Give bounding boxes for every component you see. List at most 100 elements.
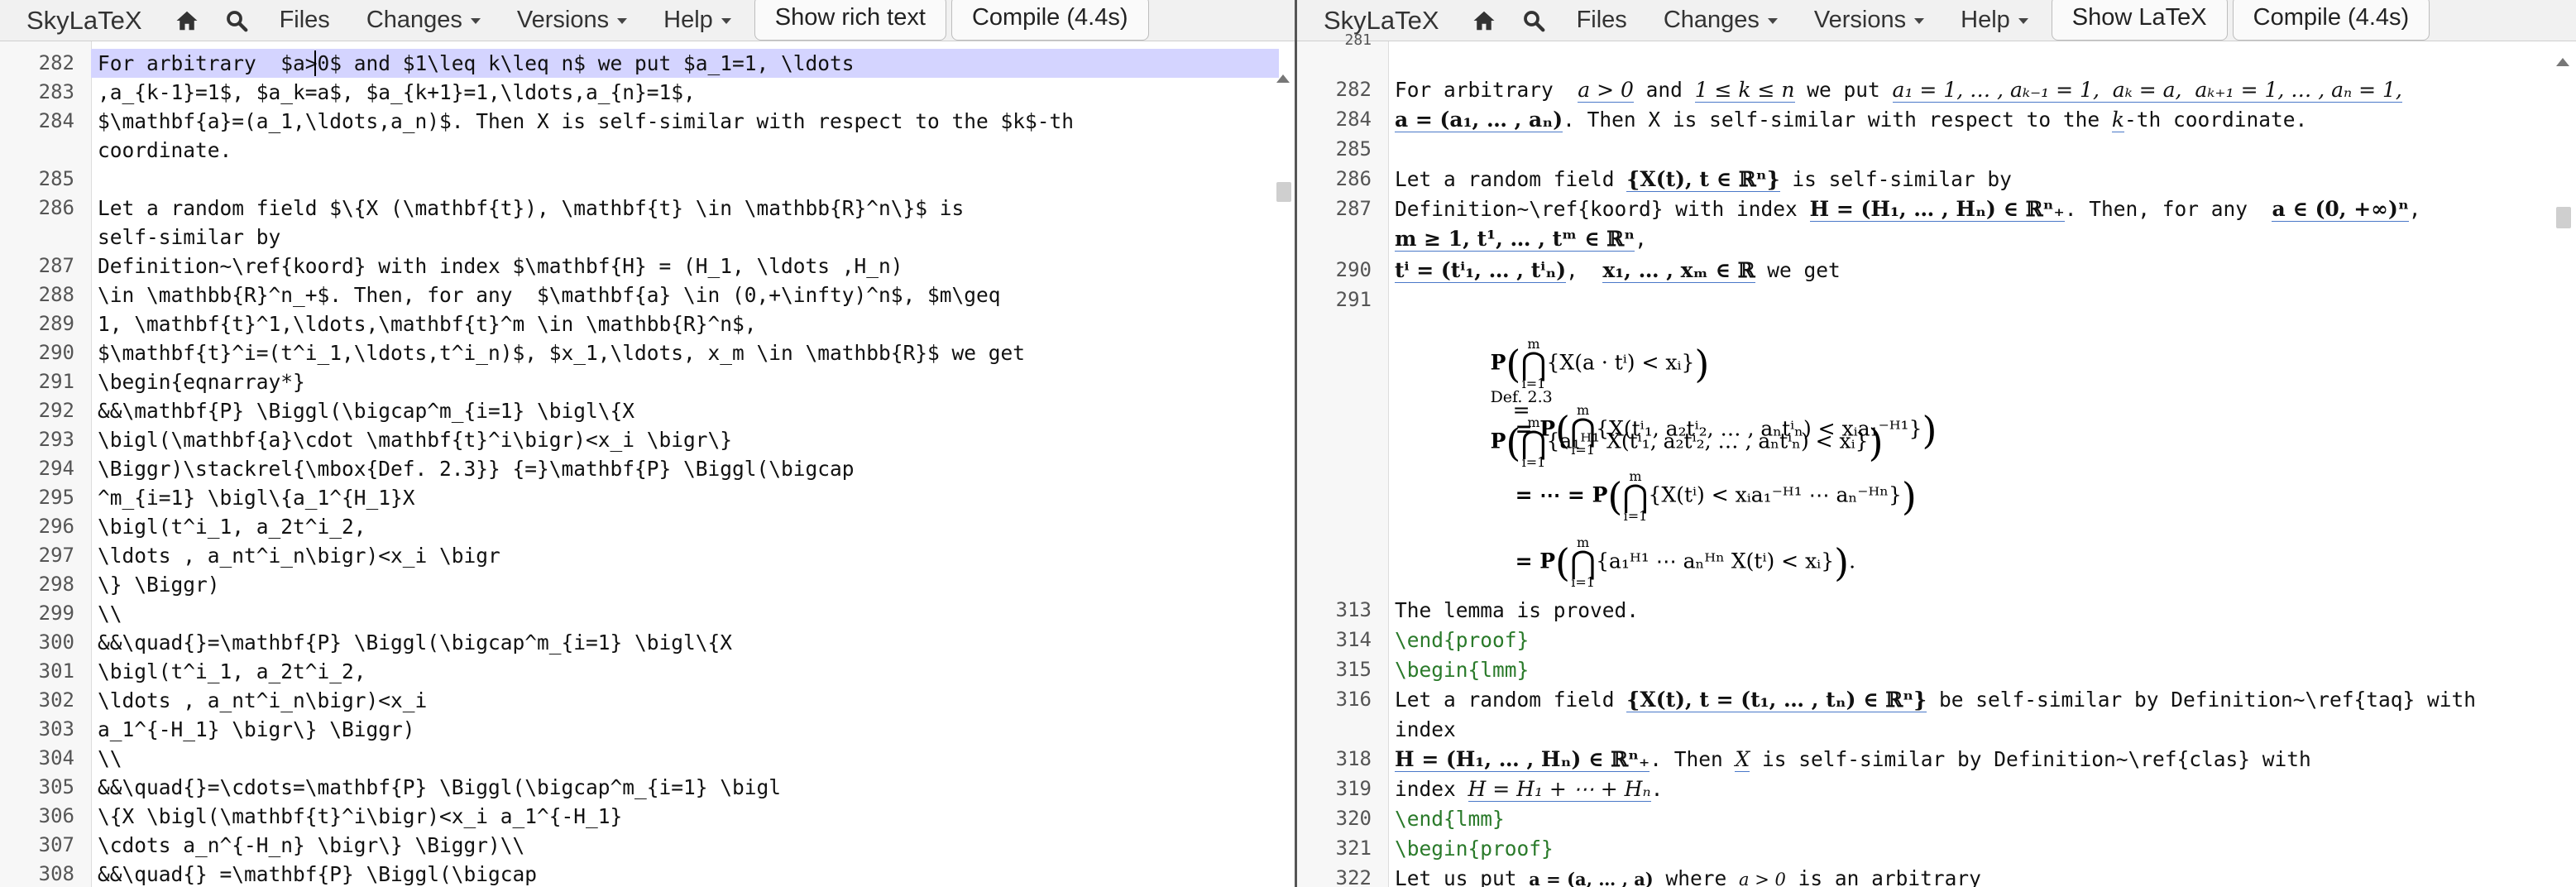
source-line[interactable]: 292 &&\mathbf{P} \Biggl(\bigcap^m_{i=1} \… [0,396,1295,425]
eq-body: {X(a · tⁱ) < xᵢ} [1546,350,1695,375]
rich-editor[interactable]: 281 282 284 285 286 287 290 291 313 314 … [1297,31,2576,887]
cap-symbol: ⋂ [1520,346,1547,382]
text-run: is an arbitrary [1785,866,1981,887]
scroll-up-icon[interactable] [1276,74,1290,83]
eq-body: {X(tⁱ₁, a₂tⁱ₂, … , aₙtⁱₙ) < xᵢa₁⁻ᴴ¹} [1596,416,1922,441]
source-text: \bigl(\mathbf{a}\cdot \mathbf{t}^i\bigr)… [98,428,733,452]
source-text: self-similar by [98,225,281,249]
source-text: Let a random field $\{X (\mathbf{t}), \m… [98,196,965,220]
prob-symbol: P [1490,350,1506,375]
eq-body: {X(tⁱ) < xᵢa₁⁻ᴴ¹ ⋯ aₙ⁻ᴴⁿ} [1648,482,1902,507]
source-line[interactable]: 291 \begin{eqnarray*} [0,367,1295,396]
source-text: For arbitrary $a>0$ and $1\leq k\leq n$ … [98,51,855,75]
source-line[interactable]: 294 \Biggr)\stackrel{\mbox{Def. 2.3}} {=}… [0,454,1295,483]
line-number: 287 [1335,197,1372,220]
source-line[interactable]: 284 $\mathbf{a}=(a_1,\ldots,a_n)$. Then X… [0,107,1295,136]
compile-button[interactable]: Compile (4.4s) [2232,0,2430,41]
scrollbar-thumb[interactable] [2556,207,2571,228]
source-line[interactable]: 298 \} \Biggr) [0,570,1295,599]
source-line[interactable]: 290 $\mathbf{t}^i=(t^i_1,\ldots,t^i_n)$, … [0,338,1295,367]
source-line[interactable]: 282 For arbitrary $a>0$ and $1\leq k\leq … [0,49,1295,78]
source-line[interactable]: 307 \cdots a_n^{-H_n} \bigr\} \Biggr)\\ [0,831,1295,860]
source-text: \bigl(t^i_1, a_2t^i_2, [98,659,366,683]
math-inline[interactable]: {X(t), t ∈ ℝⁿ} [1626,167,1780,192]
math-inline[interactable]: X [1735,747,1750,772]
scrollbar-thumb[interactable] [1276,182,1291,202]
math-inline[interactable]: H = (H₁, … , Hₙ) ∈ ℝⁿ₊ [1809,197,2065,222]
math-inline[interactable]: x₁, … , xₘ ∈ ℝ [1602,258,1755,283]
source-line[interactable]: 289 1, \mathbf{t}^1,\ldots,\mathbf{t}^m \… [0,309,1295,338]
source-line[interactable]: 288 \in \mathbb{R}^n_+$. Then, for any $\… [0,280,1295,309]
source-line[interactable]: 306 \{X \bigl(\mathbf{t}^i\bigr)<x_i a_1^… [0,802,1295,831]
menu-changes-label: Changes [366,7,462,33]
source-line[interactable]: 305 &&\quad{}=\cdots=\mathbf{P} \Biggl(\b… [0,773,1295,802]
line-number: 316 [1335,688,1372,711]
source-line[interactable]: 297 \ldots , a_nt^i_n\bigr)<x_i \bigr [0,541,1295,570]
line-number: 288 [38,283,74,306]
source-line[interactable]: 303 a_1^{-H_1} \bigr\} \Biggr) [0,715,1295,744]
text-run: we put [1794,78,1893,102]
menu-changes[interactable]: Changes [1645,7,1796,34]
source-line[interactable]: 299 \\ [0,599,1295,628]
math-inline[interactable]: m ≥ 1, t¹, … , tᵐ ∈ ℝⁿ [1395,227,1635,252]
menu-versions[interactable]: Versions [499,7,645,34]
rich-line-290: tⁱ = (tⁱ₁, … , tⁱₙ), x₁, … , xₘ ∈ ℝ we g… [1395,258,1841,283]
source-line[interactable]: 287 Definition~\ref{koord} with index $\m… [0,252,1295,280]
source-line[interactable]: 302 \ldots , a_nt^i_n\bigr)<x_i [0,686,1295,715]
menu-files[interactable]: Files [261,7,348,34]
math-inline[interactable]: a > 0 [1578,78,1634,103]
math-inline[interactable]: a ∈ (0, +∞)ⁿ [2272,197,2409,222]
rich-line-315: \begin{lmm} [1395,658,1529,682]
source-line[interactable]: 296 \bigl(t^i_1, a_2t^i_2, [0,512,1295,541]
rich-line-282: For arbitrary a > 0 and 1 ≤ k ≤ n we put… [1395,78,2402,103]
menu-changes[interactable]: Changes [348,7,499,34]
menu-help[interactable]: Help [1942,7,2047,34]
search-icon[interactable] [1509,0,1559,41]
show-rich-text-button[interactable]: Show rich text [754,0,946,41]
math-inline[interactable]: H = (H₁, … , Hₙ) ∈ ℝⁿ₊ [1395,747,1650,772]
source-line[interactable]: coordinate. [0,136,1295,165]
math-inline[interactable]: a = (a, … , a) [1529,869,1654,887]
search-icon[interactable] [212,0,261,41]
source-line[interactable]: 286 Let a random field $\{X (\mathbf{t}),… [0,194,1295,223]
source-line[interactable]: self-similar by [0,223,1295,252]
source-text: \\ [98,746,122,770]
menu-files[interactable]: Files [1559,7,1645,34]
math-inline[interactable]: a > 0 [1739,870,1786,887]
source-line[interactable]: 283 ,a_{k-1}=1$, $a_k=a$, $a_{k+1}=1,\ldo… [0,78,1295,107]
menu-help[interactable]: Help [645,7,749,34]
math-inline[interactable]: tⁱ = (tⁱ₁, … , tⁱₙ) [1395,258,1567,283]
home-icon[interactable] [1459,0,1509,41]
source-editor[interactable]: 282 For arbitrary $a>0$ and $1\leq k\leq … [0,41,1295,887]
source-text: &&\quad{}=\cdots=\mathbf{P} \Biggl(\bigc… [98,775,782,799]
line-number: 306 [38,804,74,827]
math-inline[interactable]: a = (a₁, … , aₙ) [1395,108,1563,132]
home-icon[interactable] [162,0,212,41]
source-line[interactable]: 293 \bigl(\mathbf{a}\cdot \mathbf{t}^i\bi… [0,425,1295,454]
math-inline[interactable]: 1 ≤ k ≤ n [1694,78,1795,103]
scroll-up-icon[interactable] [2556,58,2569,66]
compile-button[interactable]: Compile (4.4s) [950,0,1149,41]
source-text: \cdots a_n^{-H_n} \bigr\} \Biggr)\\ [98,833,525,857]
math-inline[interactable]: a₁ = 1, … , aₖ₋₁ = 1, aₖ = a, aₖ₊₁ = 1, … [1892,78,2402,103]
rich-line-320: \end{lmm} [1395,807,1505,831]
source-line[interactable]: 295 ^m_{i=1} \bigl\{a_1^{H_1}X [0,483,1295,512]
math-inline[interactable]: k [2111,108,2124,132]
math-inline[interactable]: H = H₁ + ⋯ + Hₙ [1468,777,1651,802]
display-equation-4[interactable]: = P(m ⋂ i=1 {a₁ᴴ¹ ⋯ aₙᴴⁿ X(tⁱ) < xᵢ}). [1463,513,1855,612]
source-text: coordinate. [98,138,232,162]
source-text: ^m_{i=1} \bigl\{a_1^{H_1}X [98,486,415,510]
line-number: 298 [38,573,74,596]
source-line[interactable]: 301 \bigl(t^i_1, a_2t^i_2, [0,657,1295,686]
menu-versions[interactable]: Versions [1796,7,1942,34]
big-cap: m ⋂ i=1 [1570,536,1596,589]
source-line[interactable]: 300 &&\quad{}=\mathbf{P} \Biggl(\bigcap^m… [0,628,1295,657]
source-line[interactable]: 304 \\ [0,744,1295,773]
rich-line-314: \end{proof} [1395,628,1529,652]
math-inline[interactable]: {X(t), t = (t₁, … , tₙ) ∈ ℝⁿ} [1626,688,1927,712]
source-line[interactable]: 308 &&\quad{} =\mathbf{P} \Biggl(\bigcap [0,860,1295,887]
source-text: \in \mathbb{R}^n_+$. Then, for any $\mat… [98,283,1001,307]
show-latex-button[interactable]: Show LaTeX [2051,0,2228,41]
line-number: 285 [1335,137,1372,161]
source-line[interactable]: 285 [0,165,1295,194]
